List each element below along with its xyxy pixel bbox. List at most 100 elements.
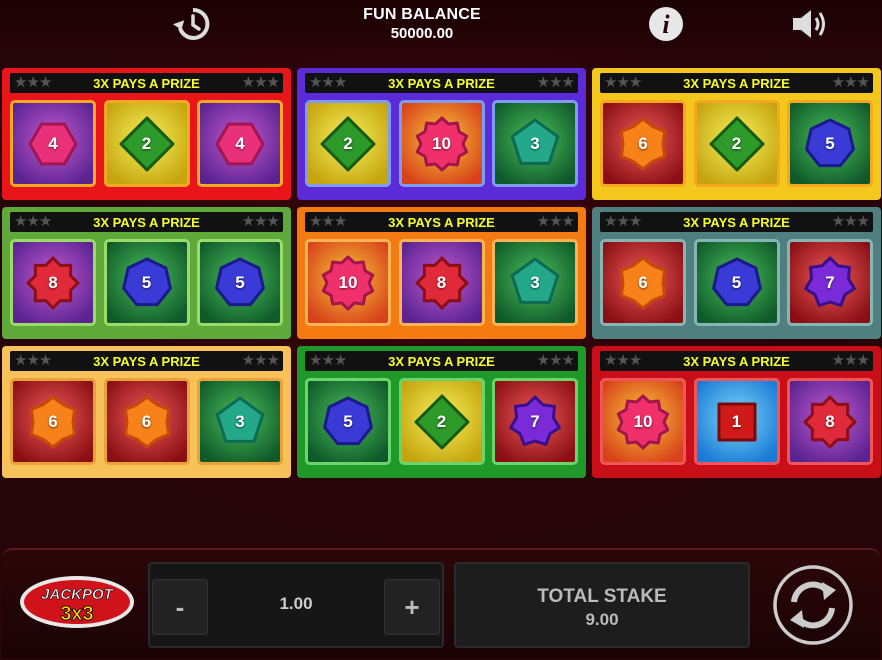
card-cells: 6 5 7 (598, 239, 875, 326)
symbol-value: 3 (530, 272, 540, 292)
card-header: ★★★ 3X PAYS A PRIZE ★★★ (305, 212, 578, 232)
history-button[interactable] (170, 4, 214, 44)
increase-stake-button[interactable]: + (384, 579, 440, 635)
scratch-card[interactable]: ★★★ 3X PAYS A PRIZE ★★★ 5 2 7 (297, 346, 586, 478)
symbol-cell[interactable]: 2 (305, 100, 391, 187)
stake-value: 1.00 (279, 594, 313, 613)
card-header: ★★★ 3X PAYS A PRIZE ★★★ (305, 351, 578, 371)
symbol-cell[interactable]: 6 (600, 239, 686, 326)
stars-left-icon: ★★★ (309, 74, 347, 91)
svg-text:JACKPOT: JACKPOT (41, 586, 115, 603)
stars-right-icon: ★★★ (831, 74, 870, 91)
symbol-cell[interactable]: 7 (492, 378, 578, 465)
symbol-cell[interactable]: 1 (693, 378, 780, 465)
symbol-cell[interactable]: 8 (10, 239, 96, 326)
prize-rule-text: 3X PAYS A PRIZE (93, 214, 200, 230)
symbol-value: 5 (141, 272, 152, 292)
symbol-cell[interactable]: 2 (103, 100, 190, 187)
symbol-value: 10 (432, 133, 451, 153)
play-button[interactable] (772, 564, 854, 646)
prize-rule-text: 3X PAYS A PRIZE (388, 214, 495, 230)
symbol-cell[interactable]: 6 (103, 378, 190, 465)
stars-right-icon: ★★★ (536, 213, 575, 230)
scratch-card[interactable]: ★★★ 3X PAYS A PRIZE ★★★ 8 5 5 (2, 207, 291, 339)
stars-left-icon: ★★★ (309, 213, 347, 230)
symbol-cell[interactable]: 2 (693, 100, 780, 187)
symbol-cell[interactable]: 5 (103, 239, 190, 326)
symbol-value: 3 (530, 133, 540, 153)
card-cells: 10 1 8 (598, 378, 875, 465)
symbol-value: 8 (825, 411, 835, 431)
card-cells: 6 6 3 (8, 378, 285, 465)
scratch-card[interactable]: ★★★ 3X PAYS A PRIZE ★★★ 6 5 7 (592, 207, 881, 339)
scratch-card[interactable]: ★★★ 3X PAYS A PRIZE ★★★ 10 1 8 (592, 346, 881, 478)
symbol-value: 6 (48, 411, 58, 431)
scratch-card[interactable]: ★★★ 3X PAYS A PRIZE ★★★ 10 8 3 (297, 207, 586, 339)
symbol-value: 8 (436, 272, 447, 292)
card-cells: 5 2 7 (303, 378, 580, 465)
symbol-value: 10 (338, 272, 358, 292)
card-cells: 6 2 5 (598, 100, 875, 187)
scratch-card[interactable]: ★★★ 3X PAYS A PRIZE ★★★ 4 2 4 (2, 68, 291, 200)
stars-right-icon: ★★★ (241, 74, 280, 91)
symbol-value: 4 (235, 133, 245, 153)
symbol-cell[interactable]: 3 (492, 239, 578, 326)
symbol-cell[interactable]: 4 (197, 100, 283, 187)
stars-right-icon: ★★★ (536, 352, 575, 369)
stake-selector: - 1.00 + (148, 562, 444, 648)
prize-rule-text: 3X PAYS A PRIZE (683, 353, 790, 369)
symbol-cell[interactable]: 3 (197, 378, 283, 465)
symbol-cell[interactable]: 4 (10, 100, 96, 187)
symbol-cell[interactable]: 5 (305, 378, 391, 465)
symbol-value: 7 (825, 272, 835, 292)
symbol-cell[interactable]: 10 (305, 239, 391, 326)
card-cells: 8 5 5 (8, 239, 285, 326)
stars-right-icon: ★★★ (831, 352, 870, 369)
total-stake-value: 9.00 (585, 610, 619, 629)
svg-text:3x3: 3x3 (60, 603, 93, 625)
scratch-card[interactable]: ★★★ 3X PAYS A PRIZE ★★★ 6 2 5 (592, 68, 881, 200)
symbol-cell[interactable]: 6 (600, 100, 686, 187)
symbol-value: 2 (731, 133, 742, 153)
card-header: ★★★ 3X PAYS A PRIZE ★★★ (600, 212, 873, 232)
symbol-cell[interactable]: 10 (600, 378, 686, 465)
symbol-cell[interactable]: 8 (787, 378, 873, 465)
symbol-cell[interactable]: 3 (492, 100, 578, 187)
stars-left-icon: ★★★ (309, 352, 347, 369)
symbol-cell[interactable]: 8 (398, 239, 485, 326)
prize-rule-text: 3X PAYS A PRIZE (683, 75, 790, 91)
jackpot-3x3-logo: JACKPOT 3x3 (20, 576, 134, 628)
info-button[interactable]: i (644, 4, 688, 44)
card-header: ★★★ 3X PAYS A PRIZE ★★★ (600, 73, 873, 93)
decrease-stake-button[interactable]: - (152, 579, 208, 635)
scratch-card[interactable]: ★★★ 3X PAYS A PRIZE ★★★ 6 6 3 (2, 346, 291, 478)
card-header: ★★★ 3X PAYS A PRIZE ★★★ (10, 212, 283, 232)
symbol-cell[interactable]: 5 (197, 239, 283, 326)
symbol-cell[interactable]: 10 (398, 100, 485, 187)
symbol-value: 6 (638, 272, 648, 292)
symbol-value: 5 (343, 411, 353, 431)
card-cells: 2 10 3 (303, 100, 580, 187)
symbol-value: 5 (825, 133, 835, 153)
symbol-cell[interactable]: 5 (693, 239, 780, 326)
card-cells: 10 8 3 (303, 239, 580, 326)
speaker-icon (793, 10, 825, 38)
symbol-cell[interactable]: 5 (787, 100, 873, 187)
symbol-value: 4 (48, 133, 58, 153)
stars-right-icon: ★★★ (241, 213, 280, 230)
info-icon: i (649, 7, 683, 41)
symbol-cell[interactable]: 6 (10, 378, 96, 465)
card-cells: 4 2 4 (8, 100, 285, 187)
symbol-value: 2 (436, 411, 447, 431)
control-panel: JACKPOT 3x3 - 1.00 + TOTAL STAKE 9.00 (2, 548, 880, 658)
stars-left-icon: ★★★ (604, 213, 642, 230)
sound-button[interactable] (788, 4, 832, 44)
symbol-value: 3 (235, 411, 245, 431)
prize-rule-text: 3X PAYS A PRIZE (93, 75, 200, 91)
stars-left-icon: ★★★ (604, 74, 642, 91)
stars-right-icon: ★★★ (241, 352, 280, 369)
symbol-cell[interactable]: 2 (398, 378, 485, 465)
scratch-card[interactable]: ★★★ 3X PAYS A PRIZE ★★★ 2 10 3 (297, 68, 586, 200)
symbol-cell[interactable]: 7 (787, 239, 873, 326)
symbol-value: 5 (731, 272, 742, 292)
